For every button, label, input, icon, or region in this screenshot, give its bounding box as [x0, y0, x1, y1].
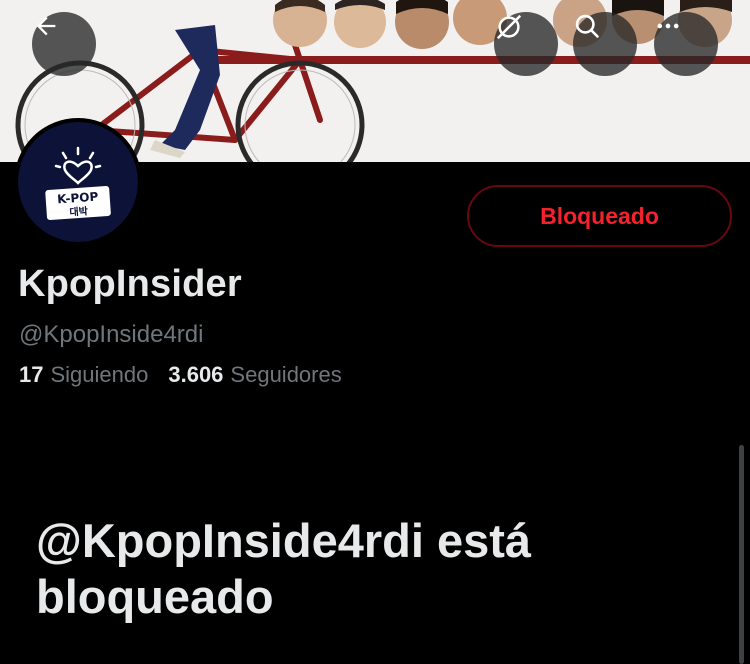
- blocked-button[interactable]: Bloqueado: [467, 185, 732, 247]
- display-name: KpopInsider: [18, 263, 242, 305]
- following-count: 17: [19, 362, 44, 387]
- followers-label: Seguidores: [230, 362, 342, 387]
- user-handle: @KpopInside4rdi: [19, 321, 204, 348]
- avatar-logo: K-POP 대박: [18, 122, 138, 242]
- arrow-left-icon: [36, 16, 56, 36]
- search-icon: [575, 14, 599, 38]
- translate-button[interactable]: [494, 12, 558, 76]
- more-button[interactable]: [654, 12, 718, 76]
- back-button[interactable]: [32, 12, 96, 76]
- more-horizontal-icon: [657, 23, 679, 29]
- blocked-notice-title: @KpopInside4rdi está bloqueado: [36, 514, 532, 623]
- followers-count: 3.606: [168, 362, 224, 387]
- followers-link[interactable]: 3.606 Seguidores: [168, 362, 341, 388]
- scrollbar[interactable]: [739, 445, 744, 664]
- kpop-logo-icon: K-POP 대박: [45, 146, 111, 220]
- search-button[interactable]: [573, 12, 637, 76]
- profile-avatar[interactable]: K-POP 대박: [14, 118, 142, 246]
- following-label: Siguiendo: [50, 362, 149, 387]
- translate-icon: [496, 14, 522, 40]
- follow-stats: 17 Siguiendo 3.606 Seguidores: [19, 362, 342, 388]
- following-link[interactable]: 17 Siguiendo: [19, 362, 148, 388]
- svg-text:K-POP: K-POP: [57, 190, 99, 207]
